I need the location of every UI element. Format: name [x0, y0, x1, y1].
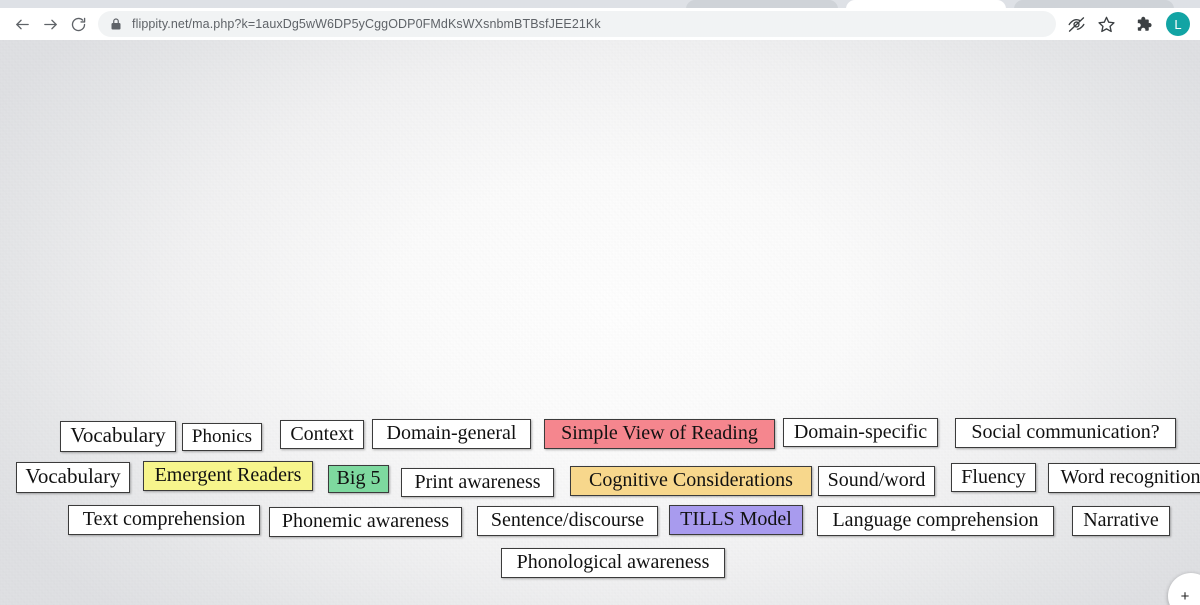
manipulative-card[interactable]: Simple View of Reading	[544, 419, 775, 449]
bookmark-button[interactable]	[1092, 10, 1120, 38]
manipulative-card[interactable]: Emergent Readers	[143, 461, 313, 491]
manipulative-card[interactable]: Language comprehension	[817, 506, 1054, 536]
extensions-button[interactable]	[1130, 10, 1158, 38]
tab-strip	[0, 0, 1200, 8]
back-arrow-icon	[15, 19, 29, 29]
manipulative-card[interactable]: Phonemic awareness	[269, 507, 462, 537]
page-canvas: Vocabulary Phonics Context Domain-general Si…	[0, 40, 1200, 605]
manipulative-card[interactable]: TILLS Model	[669, 505, 803, 535]
manipulative-card[interactable]: Vocabulary	[60, 421, 176, 452]
browser-toolbar: flippity.net/ma.php?k=1auxDg5wW6DP5yCggO…	[0, 8, 1200, 40]
eye-slash-icon	[1068, 16, 1084, 32]
browser-window: flippity.net/ma.php?k=1auxDg5wW6DP5yCggO…	[0, 0, 1200, 605]
manipulative-card[interactable]: Vocabulary	[16, 462, 130, 493]
forward-button[interactable]	[36, 10, 64, 38]
browser-tab[interactable]	[1014, 0, 1174, 8]
manipulative-card[interactable]: Social communication?	[955, 418, 1176, 448]
manipulative-card[interactable]: Sentence/discourse	[477, 506, 658, 536]
plus-icon: +	[1180, 587, 1190, 605]
manipulative-card[interactable]: Big 5	[328, 465, 389, 493]
manipulative-card[interactable]: Fluency	[951, 463, 1036, 492]
puzzle-piece-icon	[1137, 16, 1152, 31]
profile-avatar[interactable]: L	[1166, 12, 1190, 36]
reload-icon	[71, 17, 85, 31]
back-button[interactable]	[8, 10, 36, 38]
manipulative-card[interactable]: Sound/word	[818, 466, 935, 496]
browser-tab[interactable]	[686, 0, 838, 8]
tracking-protection-button[interactable]	[1062, 10, 1090, 38]
manipulative-card[interactable]: Domain-general	[372, 419, 531, 449]
manipulative-card[interactable]: Word recognition	[1048, 463, 1200, 493]
address-bar[interactable]: flippity.net/ma.php?k=1auxDg5wW6DP5yCggO…	[98, 11, 1056, 37]
manipulative-card[interactable]: Narrative	[1072, 506, 1170, 536]
manipulative-card[interactable]: Domain-specific	[783, 418, 938, 447]
forward-arrow-icon	[43, 19, 57, 29]
manipulative-card[interactable]: Text comprehension	[68, 505, 260, 535]
manipulative-card[interactable]: Phonological awareness	[501, 548, 725, 578]
manipulative-card[interactable]: Cognitive Considerations	[570, 466, 812, 496]
manipulative-card-layer: Vocabulary Phonics Context Domain-general Si…	[0, 40, 1200, 605]
manipulative-card[interactable]: Phonics	[182, 423, 262, 451]
toolbar-actions: L	[1062, 10, 1192, 38]
manipulative-card[interactable]: Print awareness	[401, 468, 554, 497]
star-icon	[1097, 16, 1115, 32]
address-bar-url: flippity.net/ma.php?k=1auxDg5wW6DP5yCggO…	[132, 17, 601, 31]
manipulative-card[interactable]: Context	[280, 420, 364, 449]
browser-tab-active[interactable]	[846, 0, 1006, 8]
lock-icon	[110, 17, 122, 31]
reload-button[interactable]	[64, 10, 92, 38]
